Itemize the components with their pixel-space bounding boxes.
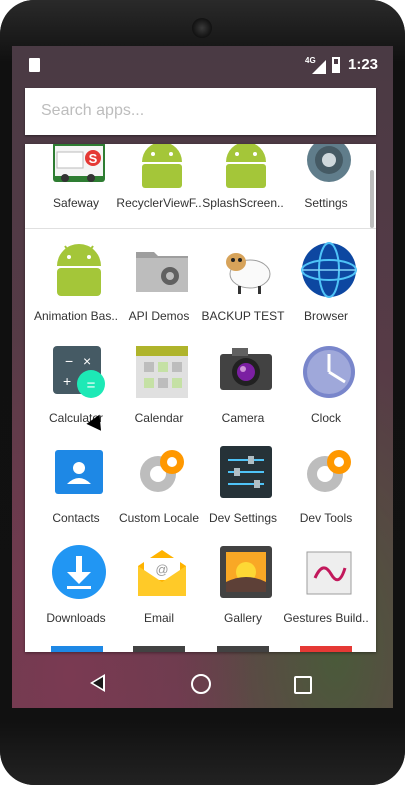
sheep-icon — [226, 253, 271, 294]
home-icon[interactable] — [191, 674, 211, 694]
battery-icon — [332, 57, 340, 73]
app-label: Gallery — [223, 611, 262, 625]
search-placeholder: Search apps... — [41, 102, 145, 119]
app-animation-basics[interactable]: Animation Bas.. — [33, 242, 119, 342]
android-icon — [142, 144, 182, 188]
app-label: Browser — [303, 309, 348, 323]
sliders-icon — [220, 446, 272, 498]
app-label: Calculator — [48, 411, 104, 425]
partial-app-icon — [217, 646, 269, 652]
screen: 4G 1:23 Search apps... S Safeway Recycle… — [12, 46, 393, 708]
app-email[interactable]: @ Email — [116, 544, 202, 644]
app-safeway[interactable]: S Safeway — [33, 144, 119, 238]
email-icon: @ — [138, 550, 186, 596]
app-recyclerview[interactable]: RecyclerViewF.. — [116, 144, 202, 238]
svg-text:×: × — [83, 353, 91, 369]
app-settings[interactable]: Settings — [283, 144, 369, 238]
app-contacts[interactable]: Contacts — [33, 444, 119, 544]
app-splashscreen[interactable]: SplashScreen.. — [200, 144, 286, 238]
app-dev-tools[interactable]: Dev Tools — [283, 444, 369, 544]
safeway-icon: S — [53, 144, 105, 182]
app-clock[interactable]: Clock — [283, 344, 369, 444]
device-frame: 4G 1:23 Search apps... S Safeway Recycle… — [0, 0, 405, 785]
app-calendar[interactable]: Calendar — [116, 344, 202, 444]
calendar-icon — [136, 346, 188, 398]
clock-time: 1:23 — [348, 56, 379, 73]
gear-icon — [140, 450, 184, 492]
app-label: Calendar — [134, 411, 184, 425]
scrollbar[interactable] — [370, 170, 374, 228]
speaker-grille — [192, 18, 212, 38]
nav-bar — [12, 660, 393, 710]
app-drawer[interactable]: S Safeway RecyclerViewF.. SplashScreen..… — [25, 144, 376, 652]
app-label: BACKUP TEST — [201, 309, 285, 323]
gear-icon — [307, 144, 351, 182]
app-label: Gestures Build.. — [283, 611, 369, 625]
app-custom-locale[interactable]: Custom Locale — [116, 444, 202, 544]
app-label: Dev Settings — [208, 511, 278, 525]
app-label: API Demos — [128, 309, 190, 323]
android-icon — [57, 244, 101, 296]
app-label: Contacts — [52, 511, 100, 525]
app-label: RecyclerViewF.. — [116, 196, 202, 210]
app-gallery[interactable]: Gallery — [200, 544, 286, 644]
app-backup-test[interactable]: BACKUP TEST — [200, 242, 286, 342]
clock-icon — [303, 346, 355, 398]
app-browser[interactable]: Browser — [283, 242, 369, 342]
app-label: Custom Locale — [118, 511, 200, 525]
contacts-icon — [55, 450, 103, 494]
android-icon — [226, 144, 266, 188]
gallery-icon — [220, 546, 272, 598]
app-label: Dev Tools — [299, 511, 353, 525]
app-calculator[interactable]: − × + = Calculator — [33, 344, 119, 444]
divider — [25, 228, 376, 229]
app-label: Downloads — [46, 611, 106, 625]
svg-text:−: − — [65, 353, 73, 369]
svg-text:+: + — [63, 373, 71, 389]
app-dev-settings[interactable]: Dev Settings — [200, 444, 286, 544]
partial-app-icon — [300, 646, 352, 652]
partial-app-icon — [133, 646, 185, 652]
app-label: Email — [143, 611, 174, 625]
calculator-icon: − × + = — [53, 346, 105, 398]
svg-text:S: S — [89, 151, 98, 166]
app-label: SplashScreen.. — [202, 196, 284, 210]
app-label: Animation Bas.. — [33, 309, 119, 323]
app-gestures-builder[interactable]: Gestures Build.. — [283, 544, 369, 644]
gestures-icon — [306, 551, 352, 595]
folder-gear-icon — [136, 252, 188, 292]
app-label: Settings — [304, 196, 348, 210]
status-bar: 4G 1:23 — [12, 46, 393, 84]
app-label: Camera — [221, 411, 265, 425]
app-camera[interactable]: Camera — [200, 344, 286, 444]
back-icon[interactable] — [90, 674, 105, 692]
recent-apps-icon[interactable] — [294, 676, 312, 694]
app-label: Clock — [310, 411, 341, 425]
partial-app-icon — [51, 646, 103, 652]
svg-text:@: @ — [155, 562, 168, 577]
app-label: Safeway — [52, 196, 100, 210]
app-downloads[interactable]: Downloads — [33, 544, 119, 644]
signal-icon — [312, 60, 326, 74]
svg-text:=: = — [87, 377, 96, 394]
gear-icon — [307, 450, 351, 492]
app-api-demos[interactable]: API Demos — [116, 242, 202, 342]
globe-icon — [301, 242, 357, 298]
sd-card-icon — [29, 58, 40, 72]
download-icon — [52, 545, 106, 599]
search-apps-field[interactable]: Search apps... — [25, 88, 376, 135]
camera-icon — [220, 348, 272, 390]
